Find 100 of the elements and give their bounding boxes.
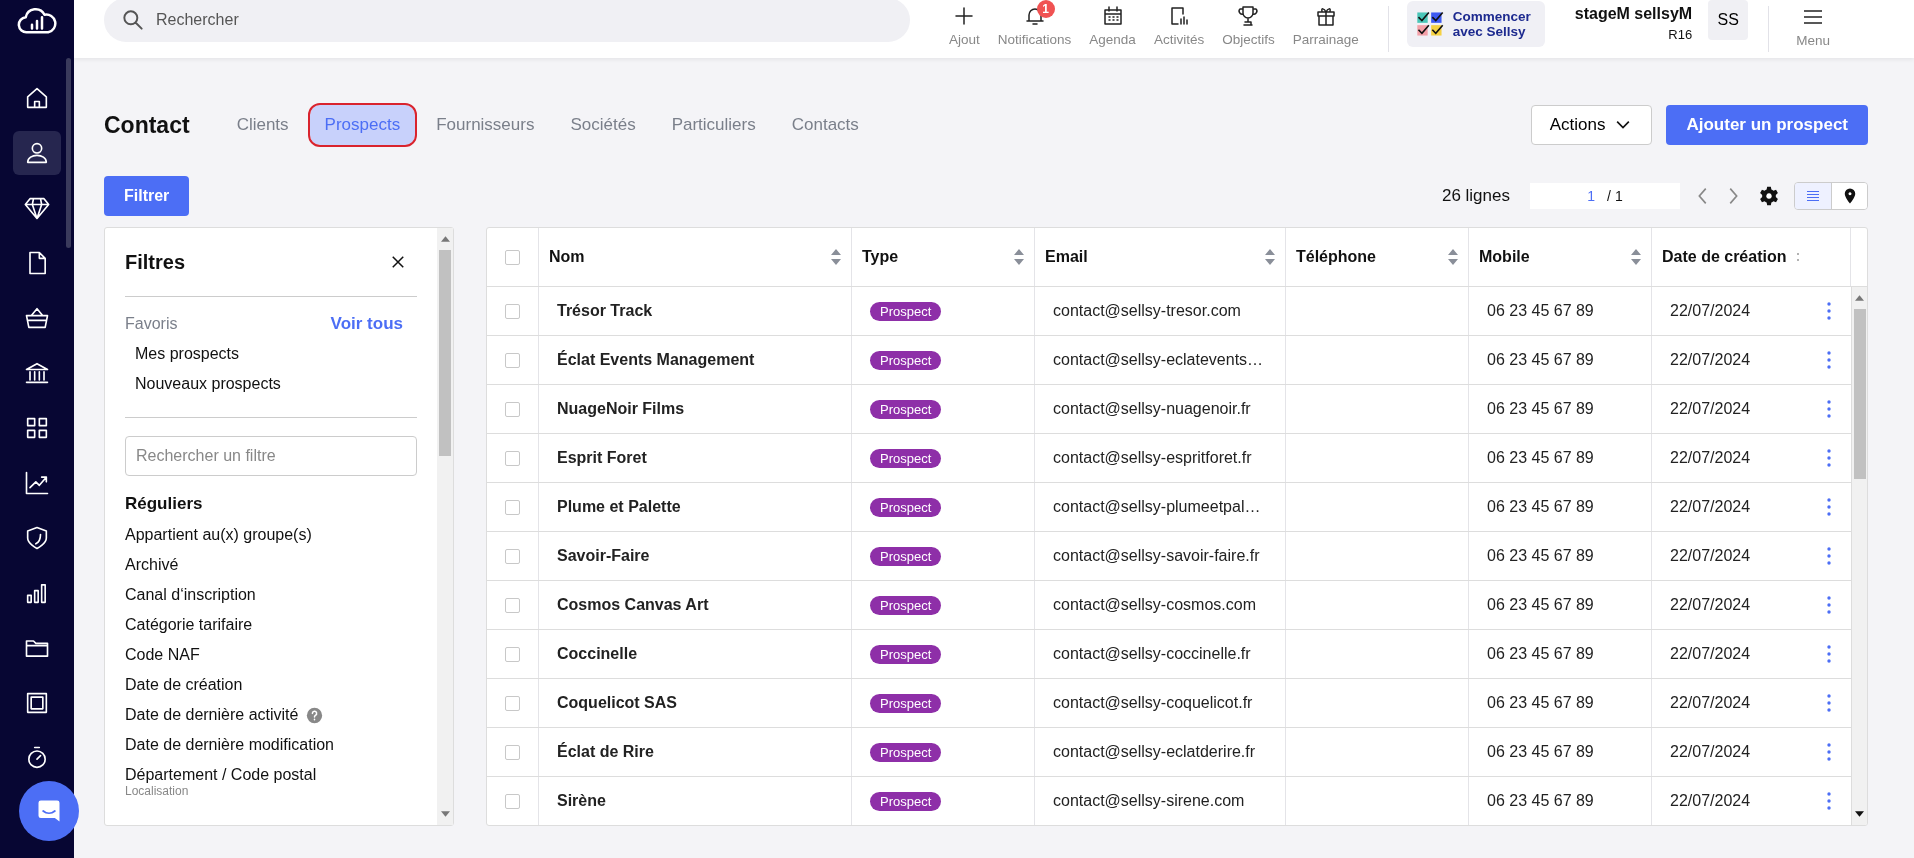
filter-item[interactable]: Archivé bbox=[125, 550, 179, 580]
contact-name[interactable]: NuageNoir Films bbox=[557, 400, 685, 418]
sort-icon[interactable] bbox=[1265, 249, 1275, 265]
tab[interactable]: Particuliers bbox=[656, 105, 771, 145]
toolbar-button[interactable]: 1 Notifications bbox=[988, 3, 1081, 47]
actions-dropdown[interactable]: Actions bbox=[1530, 105, 1653, 145]
more-options-icon[interactable] bbox=[1827, 301, 1831, 321]
row-checkbox[interactable] bbox=[505, 646, 520, 662]
sort-icon[interactable] bbox=[1631, 249, 1641, 265]
row-checkbox[interactable] bbox=[505, 793, 520, 809]
tab[interactable]: Contacts bbox=[776, 105, 874, 145]
filter-item[interactable]: Canal d‘inscription bbox=[125, 580, 256, 610]
toolbar-button[interactable]: Activités bbox=[1144, 3, 1214, 47]
contact-name[interactable]: Plume et Palette bbox=[557, 498, 681, 516]
contact-name[interactable]: Trésor Track bbox=[557, 302, 653, 320]
more-options-icon[interactable] bbox=[1827, 399, 1831, 419]
add-prospect-button[interactable]: Ajouter un prospect bbox=[1666, 105, 1868, 145]
sort-icon[interactable] bbox=[1014, 249, 1024, 265]
mobile-cell: 06 23 45 67 89 bbox=[1487, 547, 1594, 565]
contact-name[interactable]: Coquelicot SAS bbox=[557, 694, 677, 712]
scrollbar-thumb[interactable] bbox=[1853, 309, 1866, 479]
tab[interactable]: Sociétés bbox=[555, 105, 651, 145]
table-scrollbar[interactable] bbox=[1851, 287, 1867, 825]
scrollbar-thumb[interactable] bbox=[66, 58, 71, 248]
row-checkbox[interactable] bbox=[505, 450, 520, 466]
filter-item[interactable]: Date de création bbox=[125, 670, 243, 700]
column-header[interactable]: Type bbox=[862, 248, 899, 266]
sort-icon[interactable] bbox=[831, 249, 841, 265]
more-options-icon[interactable] bbox=[1827, 644, 1831, 664]
contact-name[interactable]: Éclat de Rire bbox=[557, 743, 654, 761]
onboarding-button[interactable]: Commencer avec Sellsy bbox=[1406, 1, 1545, 47]
mobile-cell: 06 23 45 67 89 bbox=[1487, 351, 1594, 369]
more-options-icon[interactable] bbox=[1827, 497, 1831, 517]
see-all-link[interactable]: Voir tous bbox=[330, 314, 403, 334]
list-view-button[interactable] bbox=[1795, 183, 1831, 209]
more-options-icon[interactable] bbox=[1827, 546, 1831, 566]
contact-name[interactable]: Coccinelle bbox=[557, 645, 638, 663]
more-options-icon[interactable] bbox=[1827, 791, 1831, 811]
help-icon[interactable] bbox=[306, 706, 324, 724]
toolbar-button[interactable]: Objectifs bbox=[1213, 3, 1284, 47]
column-header[interactable]: Nom bbox=[549, 248, 585, 266]
row-checkbox[interactable] bbox=[505, 303, 520, 319]
toolbar-button[interactable]: Ajout bbox=[940, 3, 989, 47]
more-options-icon[interactable] bbox=[1827, 595, 1831, 615]
user-avatar[interactable]: SS bbox=[1708, 0, 1749, 40]
search-field[interactable]: Rechercher bbox=[104, 0, 910, 42]
email-cell: contact@sellsy-coquelicot.fr bbox=[1053, 694, 1253, 712]
map-view-button[interactable] bbox=[1831, 183, 1867, 209]
favorite-filter[interactable]: Nouveaux prospects bbox=[125, 369, 417, 399]
date-cell: 22/07/2024 bbox=[1670, 792, 1751, 810]
tab[interactable]: Fournisseurs bbox=[421, 105, 550, 145]
more-options-icon[interactable] bbox=[1827, 742, 1831, 762]
row-checkbox[interactable] bbox=[505, 352, 520, 368]
scroll-up-icon[interactable] bbox=[1855, 295, 1864, 301]
contact-name[interactable]: Savoir-Faire bbox=[557, 547, 650, 565]
scroll-up-icon[interactable] bbox=[440, 236, 450, 242]
scrollbar-thumb[interactable] bbox=[439, 250, 451, 457]
sort-icon[interactable] bbox=[1448, 249, 1458, 265]
more-options-icon[interactable] bbox=[1827, 693, 1831, 713]
row-checkbox[interactable] bbox=[505, 499, 520, 515]
chat-button[interactable] bbox=[19, 781, 79, 841]
toolbar-button[interactable]: Agenda bbox=[1080, 3, 1145, 47]
date-cell: 22/07/2024 bbox=[1670, 302, 1751, 320]
filter-item[interactable]: Catégorie tarifaire bbox=[125, 610, 253, 640]
filter-button[interactable]: Filtrer bbox=[104, 176, 190, 216]
contact-name[interactable]: Cosmos Canvas Art bbox=[557, 596, 709, 614]
row-checkbox[interactable] bbox=[505, 744, 520, 760]
scrollbar[interactable] bbox=[437, 228, 453, 825]
filter-search-field[interactable]: Rechercher un filtre bbox=[125, 436, 417, 476]
more-options-icon[interactable] bbox=[1827, 350, 1831, 370]
type-tag: Prospect bbox=[870, 448, 942, 468]
close-icon[interactable] bbox=[389, 253, 407, 271]
select-all-checkbox[interactable] bbox=[505, 249, 520, 265]
filter-item[interactable]: Code NAF bbox=[125, 640, 200, 670]
type-tag: Prospect bbox=[870, 497, 942, 517]
toolbar-button[interactable]: Parrainage bbox=[1283, 3, 1368, 47]
more-options-icon[interactable] bbox=[1827, 448, 1831, 468]
row-checkbox[interactable] bbox=[505, 597, 520, 613]
nav-item[interactable] bbox=[13, 131, 61, 175]
column-header[interactable]: Email bbox=[1045, 248, 1088, 266]
row-checkbox[interactable] bbox=[505, 548, 520, 564]
filter-item[interactable]: Appartient au(x) groupe(s) bbox=[125, 520, 312, 550]
filter-item[interactable]: Date de dernière modification bbox=[125, 730, 334, 760]
column-grip-icon[interactable] bbox=[1796, 252, 1800, 262]
contact-name[interactable]: Esprit Foret bbox=[557, 449, 647, 467]
settings-icon[interactable] bbox=[1758, 185, 1780, 207]
tab[interactable]: Clients bbox=[221, 105, 304, 145]
row-checkbox[interactable] bbox=[505, 401, 520, 417]
contact-name[interactable]: Éclat Events Management bbox=[557, 351, 755, 369]
scroll-down-icon[interactable] bbox=[1855, 811, 1864, 817]
type-tag: Prospect bbox=[870, 742, 942, 762]
menu-button[interactable]: Menu bbox=[1787, 4, 1839, 48]
filter-item[interactable]: Date de dernière activité bbox=[125, 700, 299, 730]
column-header[interactable]: Date de création bbox=[1662, 248, 1787, 266]
column-header[interactable]: Téléphone bbox=[1296, 248, 1376, 266]
favorite-filter[interactable]: Mes prospects bbox=[125, 339, 417, 369]
contact-name[interactable]: Sirène bbox=[557, 792, 606, 810]
row-checkbox[interactable] bbox=[505, 695, 520, 711]
page-field[interactable]: 1 / 1 bbox=[1530, 183, 1680, 209]
column-header[interactable]: Mobile bbox=[1479, 248, 1530, 266]
